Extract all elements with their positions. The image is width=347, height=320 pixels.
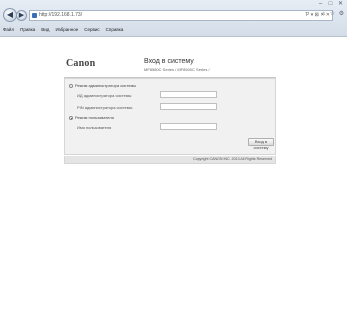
username-label: Имя пользователя xyxy=(77,125,112,130)
menu-edit[interactable]: Правка xyxy=(20,27,35,32)
star-icon[interactable]: ☆ xyxy=(329,10,336,19)
login-header: Canon Вход в систему MF8580C Series / MF… xyxy=(64,58,276,78)
menu-help[interactable]: Справка xyxy=(106,27,124,32)
menu-bar: Файл Правка Вид Избранное Сервис Справка xyxy=(3,27,123,32)
mode-admin-row[interactable]: Режим администратора системы xyxy=(69,83,136,88)
back-button[interactable]: ◀ xyxy=(3,8,17,22)
page-title: Вход в систему xyxy=(144,58,194,65)
window-controls: – □ ✕ xyxy=(316,1,345,8)
home-icon[interactable]: ⌂ xyxy=(320,10,327,19)
close-window-button[interactable]: ✕ xyxy=(336,1,345,8)
admin-id-label: ИД администратора системы xyxy=(77,93,132,98)
forward-button[interactable]: ▶ xyxy=(16,10,27,21)
browser-chrome: – □ ✕ ◀ ▶ http://192.168.1.73/ Ƥ ▾ ⊠ ✕ ✕… xyxy=(0,0,347,37)
menu-file[interactable]: Файл xyxy=(3,27,14,32)
mode-admin-label: Режим администратора системы xyxy=(75,83,137,88)
username-input[interactable] xyxy=(160,123,217,130)
minimize-button[interactable]: – xyxy=(316,1,325,8)
mode-general-row[interactable]: Режим пользователя xyxy=(69,115,114,120)
page-icon xyxy=(32,13,37,18)
admin-pin-label: PIN администратора системы xyxy=(77,105,133,110)
url-text[interactable]: http://192.168.1.73/ xyxy=(39,11,304,20)
login-button[interactable]: Вход в систему xyxy=(248,138,274,150)
login-panel: Canon Вход в систему MF8580C Series / MF… xyxy=(64,58,276,168)
mode-admin-radio[interactable] xyxy=(69,83,73,88)
maximize-button[interactable]: □ xyxy=(326,1,335,8)
mode-general-radio[interactable] xyxy=(69,115,73,120)
device-model: MF8580C Series / MF8500C Series / xyxy=(144,67,210,72)
menu-tools[interactable]: Сервис xyxy=(84,27,99,32)
admin-id-input[interactable] xyxy=(160,91,217,98)
toolbar-icons: ⌂ ☆ ⚙ xyxy=(320,10,345,19)
address-bar[interactable]: http://192.168.1.73/ Ƥ ▾ ⊠ ✕ ✕ xyxy=(29,10,333,21)
menu-favorites[interactable]: Избранное xyxy=(55,27,78,32)
canon-logo: Canon xyxy=(66,58,96,69)
login-form: Режим администратора системы ИД админист… xyxy=(64,78,276,155)
menu-view[interactable]: Вид xyxy=(41,27,49,32)
copyright-bar: Copyright CANON INC. 2013 All Rights Res… xyxy=(64,156,276,164)
admin-pin-input[interactable] xyxy=(160,103,217,110)
gear-icon[interactable]: ⚙ xyxy=(338,10,345,19)
mode-general-label: Режим пользователя xyxy=(75,115,114,120)
